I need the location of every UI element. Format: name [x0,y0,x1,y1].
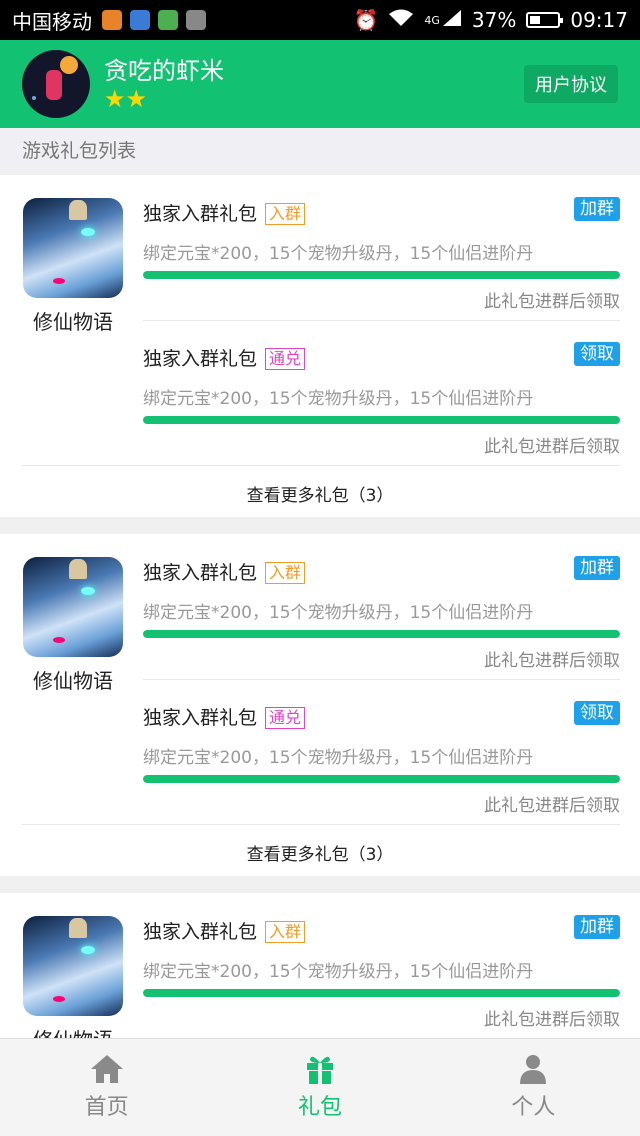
game-name: 修仙物语 [33,310,113,334]
join-group-button[interactable]: 加群 [574,915,620,939]
package-note: 此礼包进群后领取 [484,437,620,457]
package-note: 此礼包进群后领取 [484,292,620,312]
join-group-button[interactable]: 加群 [574,556,620,580]
package-progress [143,775,620,783]
package-note: 此礼包进群后领取 [484,1010,620,1030]
package-title: 独家入群礼包 [143,562,258,584]
package-note: 此礼包进群后领取 [484,651,620,671]
divider [22,824,620,825]
user-agreement-button[interactable]: 用户协议 [524,65,618,103]
game-card: 修仙物语 独家入群礼包入群 加群 绑定元宝*200，15个宠物升级丹，15个仙侣… [0,175,640,517]
divider [22,465,620,466]
join-group-button[interactable]: 加群 [574,197,620,221]
section-title: 游戏礼包列表 [0,128,640,174]
game-name: 修仙物语 [22,1024,124,1038]
package-desc: 绑定元宝*200，15个宠物升级丹，15个仙侣进阶丹 [143,962,534,982]
battery-percent: 37% [471,8,517,32]
notification-shield-icon [158,10,178,30]
carrier-label: 中国移动 [12,9,92,34]
notification-app-icon [102,10,122,30]
package-progress [143,416,620,424]
package-progress [143,989,620,997]
username: 贪吃的虾米 [104,57,224,85]
package-desc: 绑定元宝*200，15个宠物升级丹，15个仙侣进阶丹 [143,748,534,768]
notification-health-icon [130,10,150,30]
view-more-link[interactable]: 查看更多礼包（3） [0,481,640,506]
package-title: 独家入群礼包 [143,348,258,370]
package-desc: 绑定元宝*200，15个宠物升级丹，15个仙侣进阶丹 [143,603,534,623]
status-bar: 中国移动 ⏰ 4G 37% 09:17 [0,0,640,40]
game-thumbnail[interactable] [23,557,123,657]
game-thumbnail[interactable] [23,916,123,1016]
game-name: 修仙物语 [33,669,113,693]
person-icon [515,1053,551,1085]
package-item: 独家入群礼包 入群 加群 绑定元宝*200，15个宠物升级丹，15个仙侣进阶丹 此… [143,893,620,1038]
profile-header: 贪吃的虾米 ★★ 用户协议 [0,40,640,128]
nav-label: 首页 [84,1095,129,1120]
package-tag: 通兑 [265,707,306,729]
package-item: 独家入群礼包 通兑 领取 绑定元宝*200，15个宠物升级丹，15个仙侣进阶丹 此… [143,320,620,465]
battery-icon [526,12,564,28]
nav-home[interactable]: 首页 [0,1039,213,1136]
game-card: 修仙物语 独家入群礼包入群 加群 绑定元宝*200，15个宠物升级丹，15个仙侣… [0,893,640,1038]
gift-icon [302,1053,338,1085]
package-desc: 绑定元宝*200，15个宠物升级丹，15个仙侣进阶丹 [143,244,534,264]
rating-stars: ★★ [104,85,148,113]
clock: 09:17 [570,8,628,32]
package-tag: 入群 [265,203,306,225]
package-progress [143,271,620,279]
package-title: 独家入群礼包 [143,707,258,729]
game-thumbnail[interactable] [23,198,123,298]
package-item: 独家入群礼包 通兑 领取 绑定元宝*200，15个宠物升级丹，15个仙侣进阶丹 此… [143,679,620,824]
nav-label: 个人 [511,1095,556,1120]
claim-button[interactable]: 领取 [574,701,620,725]
signal-icon [442,8,462,32]
home-icon [89,1053,125,1085]
nav-profile[interactable]: 个人 [427,1039,640,1136]
nav-gift[interactable]: 礼包 [213,1039,426,1136]
package-note: 此礼包进群后领取 [484,796,620,816]
package-item: 独家入群礼包 入群 加群 绑定元宝*200，15个宠物升级丹，15个仙侣进阶丹 此… [143,534,620,679]
view-more-link[interactable]: 查看更多礼包（3） [0,840,640,865]
package-title: 独家入群礼包 [143,921,258,943]
alarm-icon: ⏰ [353,8,379,32]
claim-button[interactable]: 领取 [574,342,620,366]
bottom-nav: 首页 礼包 个人 [0,1038,640,1136]
package-title: 独家入群礼包 [143,203,258,225]
notification-image-icon [186,10,206,30]
network-type: 4G [424,13,440,27]
game-card: 修仙物语 独家入群礼包入群 加群 绑定元宝*200，15个宠物升级丹，15个仙侣… [0,534,640,876]
package-item: 独家入群礼包 入群 加群 绑定元宝*200，15个宠物升级丹，15个仙侣进阶丹 此… [143,175,620,320]
package-tag: 入群 [265,921,306,943]
avatar[interactable] [22,50,90,118]
wifi-icon [388,8,414,32]
package-progress [143,630,620,638]
package-desc: 绑定元宝*200，15个宠物升级丹，15个仙侣进阶丹 [143,389,534,409]
package-tag: 入群 [265,562,306,584]
package-tag: 通兑 [265,348,306,370]
nav-label: 礼包 [297,1095,342,1120]
